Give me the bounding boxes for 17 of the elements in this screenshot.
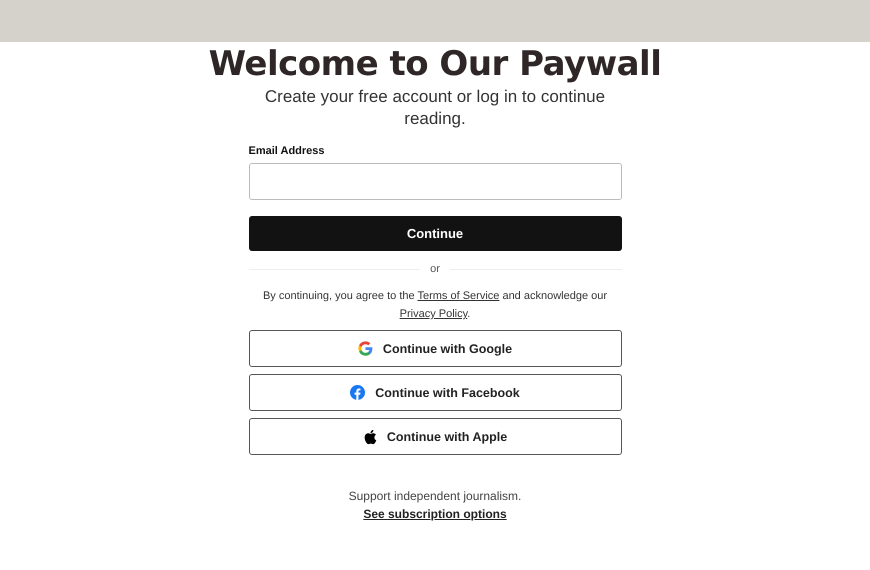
continue-button[interactable]: Continue — [248, 216, 622, 251]
social-login-button[interactable]: Continue with Facebook — [248, 374, 622, 411]
google-icon — [358, 341, 373, 356]
social-login-button[interactable]: Continue with Google — [248, 330, 622, 367]
facebook-icon — [350, 385, 366, 400]
email-field[interactable] — [248, 163, 622, 200]
or-divider-text: or — [430, 263, 440, 275]
terms-link[interactable]: Terms of Service — [417, 290, 500, 302]
social-login-button[interactable]: Continue with Apple — [248, 418, 622, 455]
apple-icon — [362, 428, 377, 444]
terms-text: By continuing, you agree to the Terms of Service and acknowledge our Privacy Policy. — [262, 289, 608, 322]
privacy-link[interactable]: Privacy Policy — [400, 308, 468, 320]
subtitle: Create your free account or log in to continue reading. — [264, 86, 606, 130]
email-label: Email Address — [248, 145, 326, 157]
page-title: Welcome to Our Paywall — [208, 44, 662, 84]
support-text: Support independent journalism. — [348, 489, 522, 503]
subscription-link[interactable]: See subscription options — [363, 507, 507, 521]
